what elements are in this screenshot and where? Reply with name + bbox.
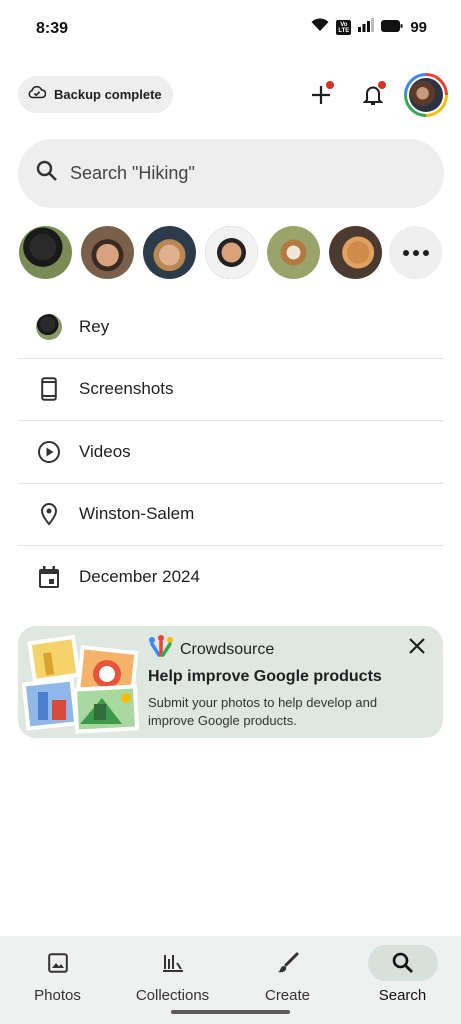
search-suggestions-list: Rey Screenshots Videos Winston-Salem Dec… — [18, 296, 444, 609]
search-icon — [367, 945, 438, 981]
cloud-done-icon — [28, 85, 47, 104]
list-item-date[interactable]: December 2024 — [18, 546, 444, 609]
battery-level: 99 — [410, 19, 427, 36]
pet-face[interactable] — [267, 226, 320, 279]
photos-illustration — [21, 634, 144, 734]
phone-icon — [34, 374, 64, 404]
close-card-button[interactable] — [403, 632, 431, 660]
nav-label: Create — [264, 987, 311, 1004]
home-indicator[interactable] — [171, 1010, 290, 1014]
volte-icon: Vo LTE — [336, 20, 352, 35]
pet-face[interactable] — [329, 226, 382, 279]
brush-icon — [253, 945, 323, 981]
calendar-icon — [34, 562, 64, 592]
list-item-rey[interactable]: Rey — [18, 296, 444, 359]
nav-label: Photos — [34, 987, 81, 1004]
notifications-dot — [378, 81, 386, 89]
nav-label: Collections — [135, 987, 210, 1004]
list-item-label: December 2024 — [79, 567, 200, 587]
person-face[interactable] — [205, 226, 258, 279]
wifi-icon — [311, 18, 329, 37]
crowdsource-card[interactable]: Crowdsource Help improve Google products… — [18, 626, 443, 738]
person-face[interactable] — [19, 226, 72, 279]
more-people-button[interactable] — [389, 226, 442, 279]
status-icons: Vo LTE 99 — [311, 18, 427, 37]
close-icon — [409, 638, 425, 654]
person-face[interactable] — [81, 226, 134, 279]
notifications-button[interactable] — [353, 75, 393, 115]
status-bar: 8:39 Vo LTE 99 — [0, 0, 461, 56]
list-item-videos[interactable]: Videos — [18, 421, 444, 484]
crowdsource-logo-icon — [148, 635, 174, 664]
nav-photos[interactable]: Photos — [0, 936, 115, 1024]
more-horiz-icon — [402, 249, 429, 256]
nav-label: Search — [378, 987, 427, 1004]
battery-icon — [381, 19, 403, 37]
person-thumbnail — [34, 312, 64, 342]
list-item-label: Rey — [79, 316, 110, 336]
crowdsource-brand: Crowdsource — [148, 635, 274, 664]
backup-label: Backup complete — [54, 87, 162, 102]
status-time: 8:39 — [36, 20, 69, 37]
avatar-photo — [407, 76, 445, 114]
backup-status-chip[interactable]: Backup complete — [18, 76, 173, 113]
image-icon — [23, 945, 93, 981]
add-button[interactable] — [301, 75, 341, 115]
nav-search[interactable]: Search — [345, 936, 460, 1024]
people-row — [19, 226, 443, 280]
collections-icon — [138, 945, 208, 981]
list-item-label: Videos — [79, 441, 131, 461]
location-pin-icon — [34, 499, 64, 529]
search-bar[interactable] — [18, 139, 444, 208]
card-description: Submit your photos to help develop and i… — [148, 695, 378, 728]
list-item-label: Screenshots — [79, 379, 174, 399]
search-icon — [36, 160, 58, 187]
card-title: Help improve Google products — [148, 668, 382, 685]
search-input[interactable] — [70, 163, 390, 184]
account-avatar[interactable] — [404, 73, 448, 117]
crowdsource-brand-name: Crowdsource — [180, 640, 275, 658]
play-circle-icon — [34, 437, 64, 467]
person-face[interactable] — [143, 226, 196, 279]
signal-icon — [358, 18, 375, 37]
list-item-location[interactable]: Winston-Salem — [18, 484, 444, 546]
list-item-screenshots[interactable]: Screenshots — [18, 359, 444, 421]
add-notification-dot — [326, 81, 334, 89]
list-item-label: Winston-Salem — [79, 504, 195, 524]
